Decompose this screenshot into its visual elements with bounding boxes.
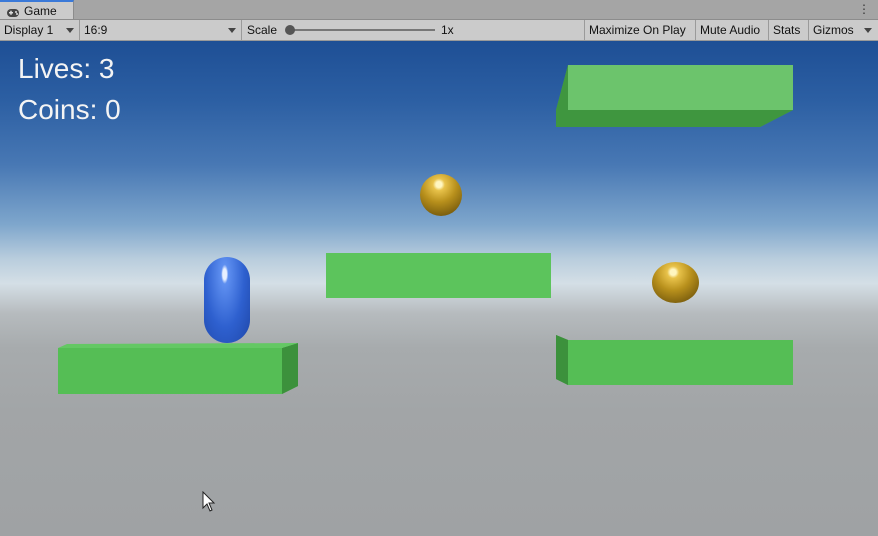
editor-tabbar: Game ⋮: [0, 0, 878, 20]
scale-slider-track[interactable]: [290, 29, 435, 31]
gamepad-icon: [6, 6, 20, 17]
coins-counter: Coins: 0: [18, 94, 121, 125]
gizmos-dropdown[interactable]: Gizmos: [809, 20, 878, 40]
platform-middle: [326, 253, 551, 298]
aspect-dropdown-label: 16:9: [84, 23, 108, 37]
game-tab-label: Game: [24, 3, 57, 18]
mouse-cursor-icon: [202, 491, 216, 512]
mute-audio-toggle[interactable]: Mute Audio: [696, 20, 769, 40]
gizmos-label: Gizmos: [813, 23, 854, 37]
chevron-down-icon: [66, 28, 74, 33]
more-options-icon[interactable]: ⋮: [858, 1, 870, 17]
scale-label: Scale: [247, 23, 278, 37]
maximize-on-play-toggle[interactable]: Maximize On Play: [585, 20, 696, 40]
chevron-down-icon: [228, 28, 236, 33]
game-toolbar: Display 1 16:9 Scale 1x Maximize On Play…: [0, 20, 878, 41]
platform-left: [58, 343, 298, 394]
gold-coin-sphere: [420, 174, 462, 216]
display-dropdown-label: Display 1: [4, 23, 54, 37]
stats-toggle[interactable]: Stats: [769, 20, 809, 40]
player-capsule: [204, 257, 250, 343]
aspect-dropdown[interactable]: 16:9: [80, 20, 242, 40]
chevron-down-icon: [864, 28, 872, 33]
scale-slider-handle[interactable]: [285, 25, 295, 35]
game-tab[interactable]: Game: [0, 0, 74, 19]
platform-lower-right: [556, 335, 793, 385]
lives-counter: Lives: 3: [18, 53, 115, 84]
display-dropdown[interactable]: Display 1: [0, 20, 80, 40]
platform-upper-right: [556, 65, 793, 127]
gold-coin-sphere: [652, 262, 699, 303]
scale-value: 1x: [437, 20, 585, 40]
game-viewport[interactable]: Lives: 3 Coins: 0: [0, 41, 878, 536]
